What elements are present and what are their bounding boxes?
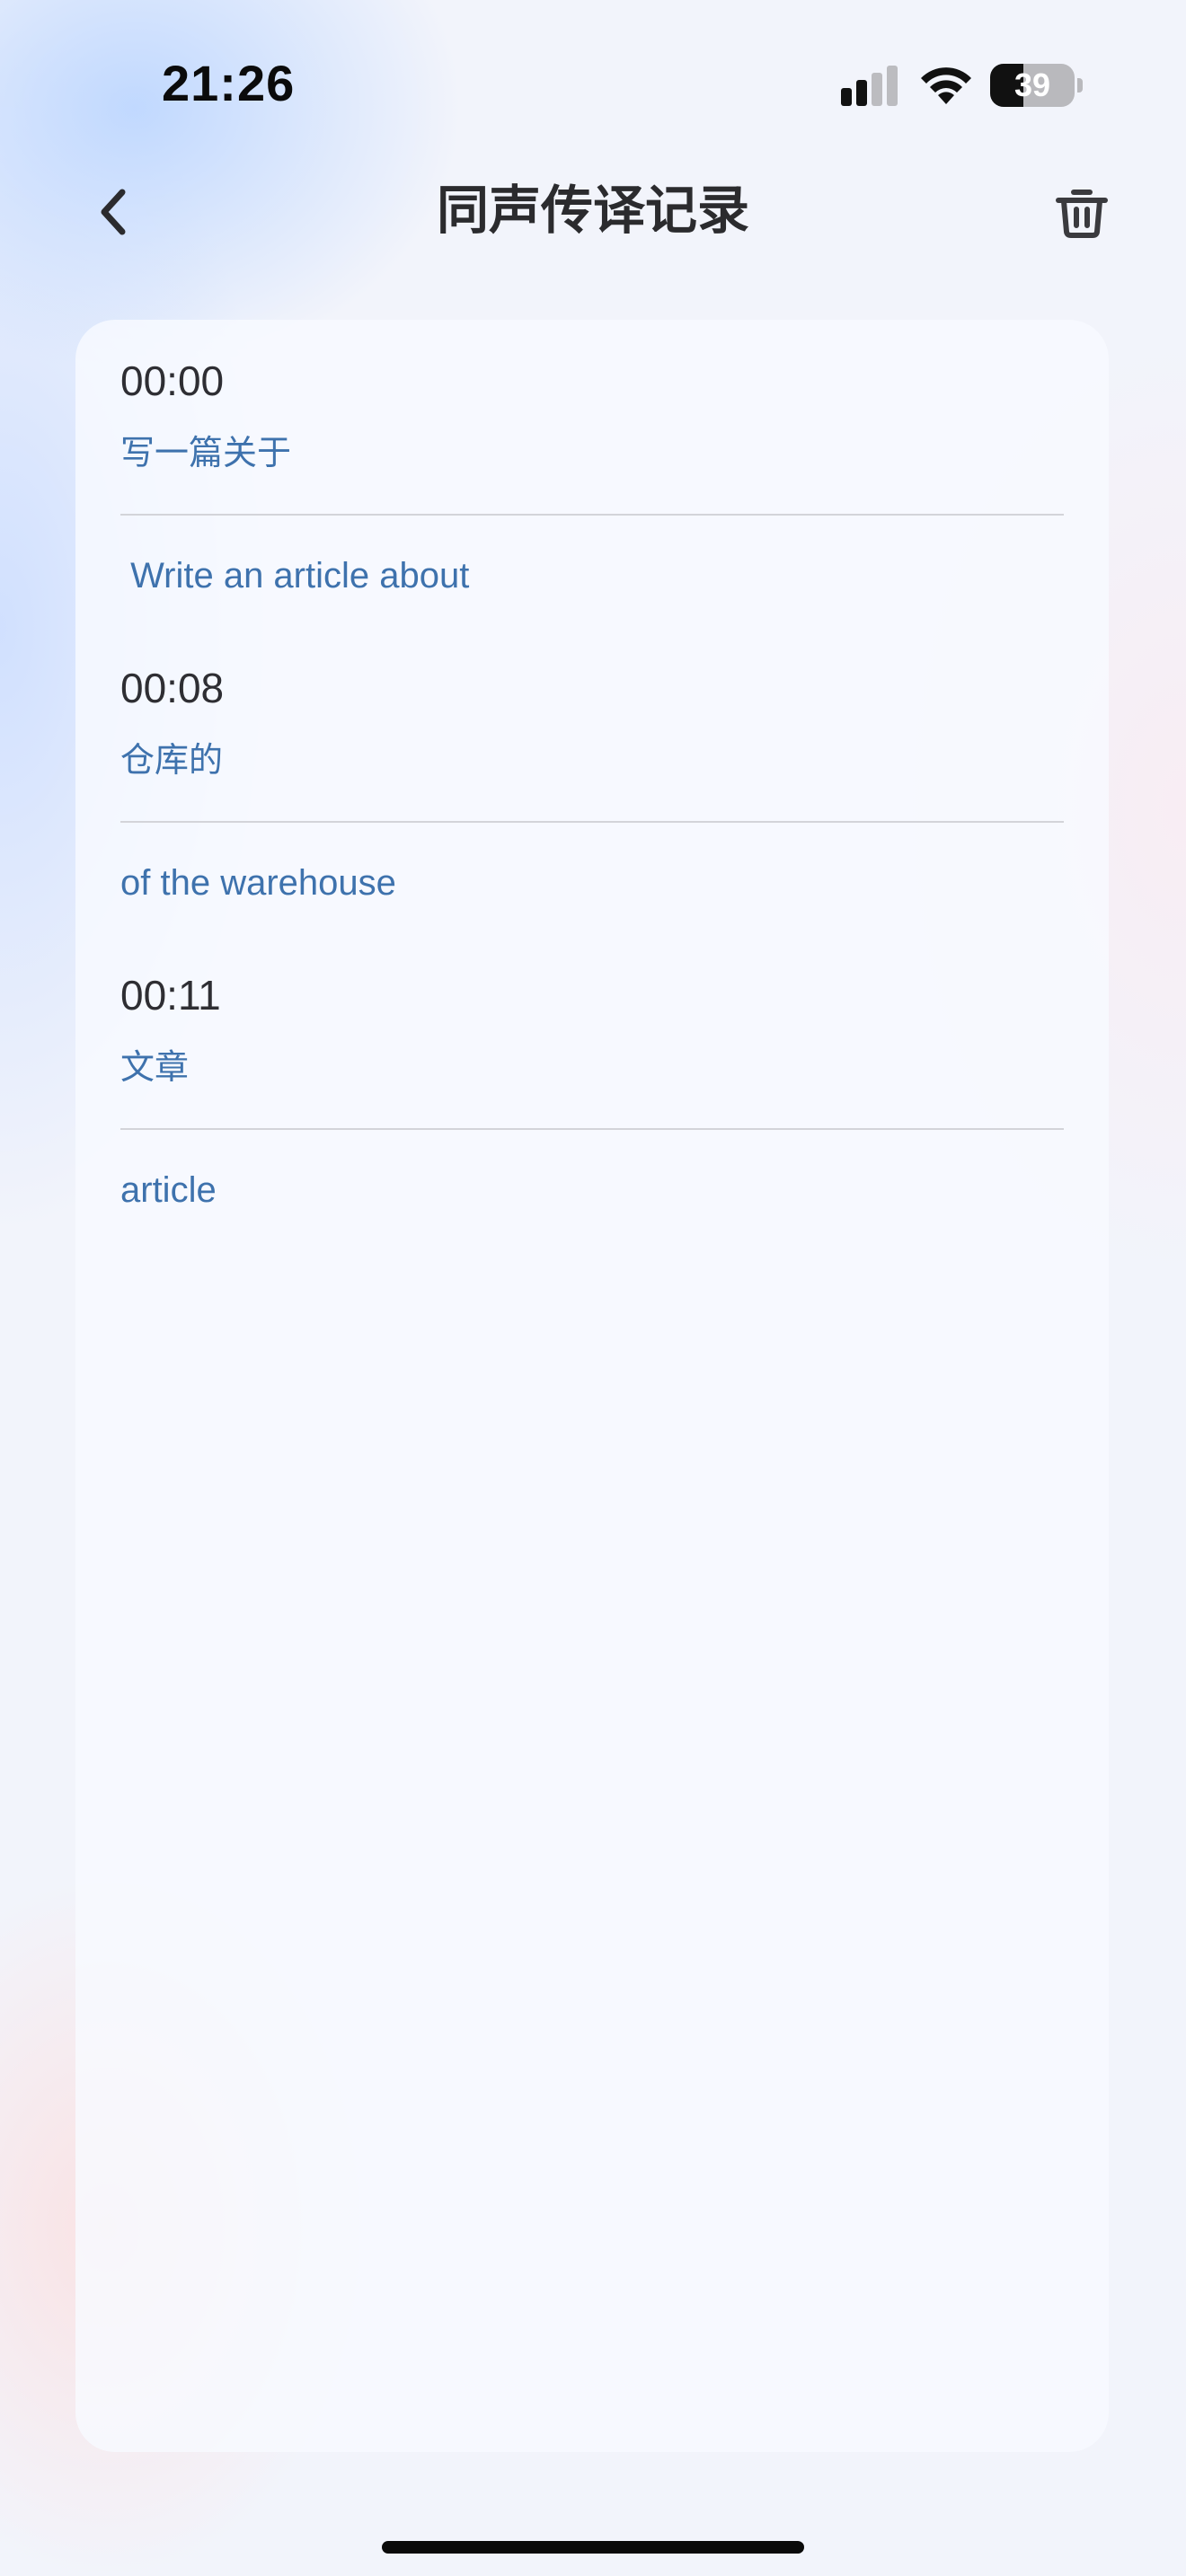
record-translation-text: article <box>120 1170 217 1210</box>
wifi-icon <box>921 67 971 104</box>
home-indicator[interactable] <box>382 2541 804 2554</box>
battery-icon: 39 <box>990 64 1084 107</box>
status-bar: 21:26 39 <box>0 0 1186 171</box>
record-source-text: 写一篇关于 <box>120 433 292 472</box>
record-timestamp: 00:00 <box>120 357 225 404</box>
battery-level: 39 <box>1013 66 1051 103</box>
record-source-text: 仓库的 <box>120 740 224 780</box>
record-item[interactable]: 00:11 文章 article <box>120 970 1064 1213</box>
record-source-text: 文章 <box>120 1047 190 1087</box>
record-timestamp: 00:11 <box>120 972 221 1019</box>
record-item[interactable]: 00:00 写一篇关于 Write an article about <box>120 356 1064 598</box>
record-divider <box>120 1128 1064 1130</box>
page-title: 同声传译记录 <box>436 180 749 241</box>
record-divider <box>120 514 1064 516</box>
interpretation-record-list[interactable]: 00:00 写一篇关于 Write an article about 00:08… <box>75 320 1109 2452</box>
record-translation-text: Write an article about <box>120 556 470 595</box>
delete-button[interactable] <box>1046 174 1118 250</box>
record-divider <box>120 821 1064 823</box>
trash-icon <box>1056 190 1108 238</box>
status-time: 21:26 <box>162 55 296 111</box>
record-translation-text: of the warehouse <box>120 863 396 903</box>
record-item[interactable]: 00:08 仓库的 of the warehouse <box>120 663 1064 905</box>
signal-icon <box>841 66 898 106</box>
record-timestamp: 00:08 <box>120 665 225 711</box>
